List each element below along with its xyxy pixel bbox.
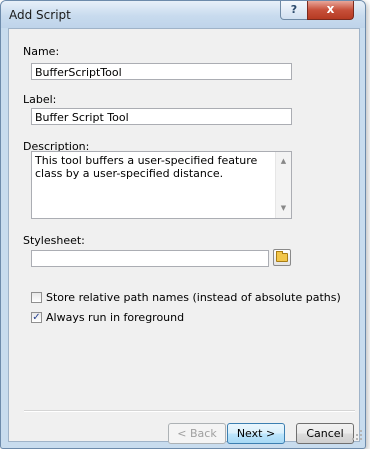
scroll-down-arrow-icon[interactable]: ▼ bbox=[276, 202, 291, 215]
scroll-up-arrow-icon[interactable]: ▲ bbox=[276, 155, 291, 168]
close-button[interactable]: x bbox=[307, 1, 354, 20]
store-relative-label: Store relative path names (instead of ab… bbox=[46, 291, 341, 304]
help-button[interactable]: ? bbox=[280, 1, 308, 20]
description-text: This tool buffers a user-specified featu… bbox=[35, 154, 258, 180]
always-foreground-label: Always run in foreground bbox=[46, 311, 185, 324]
back-button[interactable]: < Back bbox=[168, 423, 226, 444]
label-field[interactable]: Buffer Script Tool bbox=[31, 108, 292, 125]
stylesheet-label: Stylesheet: bbox=[23, 234, 85, 247]
name-field[interactable]: BufferScriptTool bbox=[31, 63, 292, 80]
description-field[interactable]: This tool buffers a user-specified featu… bbox=[31, 151, 292, 219]
description-scrollbar[interactable]: ▲ ▼ bbox=[275, 152, 291, 218]
close-icon: x bbox=[326, 2, 335, 16]
name-label: Name: bbox=[23, 45, 60, 58]
label-label: Label: bbox=[23, 93, 57, 106]
always-foreground-checkbox[interactable]: ✓ bbox=[31, 312, 42, 323]
resize-grip-icon[interactable] bbox=[352, 430, 362, 440]
next-button[interactable]: Next > bbox=[227, 423, 285, 444]
button-separator bbox=[24, 410, 355, 412]
help-icon: ? bbox=[290, 3, 298, 16]
window-title: Add Script bbox=[9, 8, 71, 22]
cancel-button[interactable]: Cancel bbox=[296, 423, 354, 444]
stylesheet-field[interactable] bbox=[31, 250, 269, 267]
browse-stylesheet-button[interactable] bbox=[273, 249, 291, 266]
folder-icon bbox=[276, 251, 288, 262]
store-relative-checkbox[interactable] bbox=[31, 292, 42, 303]
